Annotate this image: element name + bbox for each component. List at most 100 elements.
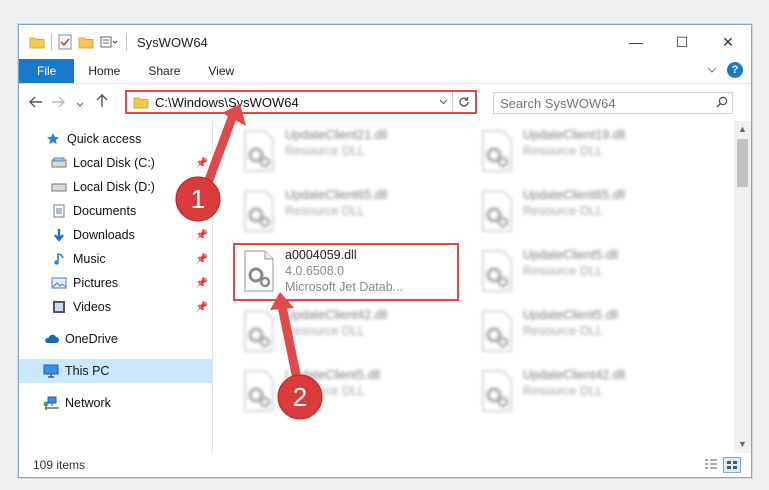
status-bar: 109 items bbox=[19, 453, 751, 477]
navigation-bar: C:\Windows\SysWOW64 bbox=[19, 84, 751, 122]
file-list: UpdateClient21.dll Resource DLL UpdateCli… bbox=[213, 121, 751, 453]
scroll-up-button[interactable]: ▲ bbox=[734, 121, 751, 138]
file-description: Resource DLL bbox=[285, 384, 365, 398]
sidebar-item-network[interactable]: Network bbox=[19, 391, 212, 415]
dll-file-icon bbox=[244, 190, 274, 232]
address-dropdown-icon[interactable] bbox=[434, 96, 452, 108]
sidebar-item-local-disk-c[interactable]: Local Disk (C:) 📌 bbox=[19, 151, 212, 175]
sidebar-item-videos[interactable]: Videos 📌 bbox=[19, 295, 212, 319]
sidebar-item-label: Network bbox=[65, 396, 111, 410]
file-description: Resource DLL bbox=[523, 324, 603, 338]
back-button[interactable] bbox=[25, 95, 47, 112]
dll-file-icon bbox=[482, 310, 512, 352]
pin-icon: 📌 bbox=[195, 253, 208, 265]
file-item[interactable]: UpdateClient42.dll Resource DLL bbox=[233, 305, 457, 357]
tab-share[interactable]: Share bbox=[134, 59, 194, 83]
customize-toolbar-icon[interactable] bbox=[100, 35, 118, 49]
ribbon-right-controls: ? bbox=[707, 62, 743, 78]
title-bar: SysWOW64 — ☐ ✕ bbox=[19, 25, 751, 59]
chevron-down-icon bbox=[76, 102, 84, 107]
sidebar-item-onedrive[interactable]: OneDrive bbox=[19, 327, 212, 351]
scroll-down-button[interactable]: ▼ bbox=[734, 436, 751, 453]
search-box[interactable] bbox=[493, 92, 733, 114]
file-name: UpdateClient42.dll bbox=[285, 308, 388, 322]
file-description: Resource DLL bbox=[523, 264, 603, 278]
scroll-thumb[interactable] bbox=[737, 139, 748, 187]
file-name: UpdateClient21.dll bbox=[285, 128, 388, 142]
new-folder-icon[interactable] bbox=[78, 35, 94, 49]
dll-file-icon bbox=[482, 130, 512, 172]
help-button[interactable]: ? bbox=[727, 62, 743, 78]
file-description: Resource DLL bbox=[523, 204, 603, 218]
dll-file-icon bbox=[244, 130, 274, 172]
network-icon bbox=[43, 395, 59, 411]
sidebar-item-downloads[interactable]: Downloads 📌 bbox=[19, 223, 212, 247]
sidebar-item-label: Documents bbox=[73, 204, 137, 218]
up-button[interactable] bbox=[91, 94, 113, 112]
documents-icon bbox=[51, 203, 67, 219]
item-count: 109 items bbox=[33, 458, 86, 472]
maximize-button[interactable]: ☐ bbox=[659, 25, 705, 59]
pin-icon: 📌 bbox=[195, 205, 208, 217]
address-bar[interactable]: C:\Windows\SysWOW64 bbox=[125, 90, 477, 114]
refresh-button[interactable] bbox=[452, 92, 475, 112]
recent-locations-button[interactable] bbox=[69, 95, 91, 112]
tab-view[interactable]: View bbox=[194, 59, 248, 83]
file-item[interactable]: UpdateClient5.dll Resource DLL bbox=[471, 305, 695, 357]
search-input[interactable] bbox=[494, 94, 712, 112]
file-description: Resource DLL bbox=[523, 384, 603, 398]
sidebar-item-this-pc[interactable]: This PC bbox=[19, 359, 212, 383]
file-item[interactable]: UpdateClient19.dll Resource DLL bbox=[471, 125, 695, 177]
cloud-icon bbox=[43, 331, 59, 347]
drive-icon bbox=[51, 179, 67, 195]
file-item[interactable]: UpdateClient65.dll Resource DLL bbox=[471, 185, 695, 237]
file-item[interactable]: UpdateClient5.dll Resource DLL bbox=[233, 365, 457, 417]
close-button[interactable]: ✕ bbox=[705, 25, 751, 59]
file-name: UpdateClient65.dll bbox=[285, 188, 388, 202]
sidebar-item-label: Local Disk (C:) bbox=[73, 156, 155, 170]
file-item[interactable]: UpdateClient5.dll Resource DLL bbox=[471, 245, 695, 297]
sidebar-item-label: This PC bbox=[65, 364, 110, 378]
minimize-button[interactable]: — bbox=[613, 25, 659, 59]
window-title: SysWOW64 bbox=[137, 34, 208, 50]
sidebar-item-label: Pictures bbox=[73, 276, 119, 290]
file-description: Resource DLL bbox=[285, 324, 365, 338]
properties-icon[interactable] bbox=[58, 34, 72, 50]
search-icon[interactable] bbox=[712, 96, 732, 111]
large-icons-view-icon[interactable] bbox=[723, 457, 741, 473]
expand-ribbon-icon[interactable] bbox=[707, 66, 717, 74]
music-icon bbox=[51, 251, 67, 267]
file-item[interactable]: UpdateClient42.dll Resource DLL bbox=[471, 365, 695, 417]
file-name: UpdateClient19.dll bbox=[523, 128, 626, 142]
vertical-scrollbar[interactable]: ▲ ▼ bbox=[734, 121, 751, 453]
tab-file[interactable]: File bbox=[19, 59, 75, 83]
sidebar-item-music[interactable]: Music 📌 bbox=[19, 247, 212, 271]
videos-icon bbox=[51, 299, 67, 315]
file-description: Resource DLL bbox=[523, 144, 603, 158]
arrow-up-icon bbox=[96, 94, 108, 107]
file-item[interactable]: UpdateClient65.dll Resource DLL bbox=[233, 185, 457, 237]
star-icon bbox=[45, 131, 61, 147]
file-description: Resource DLL bbox=[285, 204, 365, 218]
pin-icon: 📌 bbox=[195, 301, 208, 313]
address-path[interactable]: C:\Windows\SysWOW64 bbox=[155, 95, 434, 110]
folder-icon[interactable] bbox=[29, 35, 45, 49]
sidebar-item-documents[interactable]: Documents 📌 bbox=[19, 199, 212, 223]
sidebar-item-local-disk-d[interactable]: Local Disk (D:) bbox=[19, 175, 212, 199]
pin-icon: 📌 bbox=[195, 229, 208, 241]
file-name: UpdateClient5.dll bbox=[285, 368, 381, 382]
file-item[interactable]: UpdateClient21.dll Resource DLL bbox=[233, 125, 457, 177]
sidebar-item-quick-access[interactable]: Quick access bbox=[19, 127, 212, 151]
computer-icon bbox=[43, 363, 59, 379]
dll-file-icon bbox=[482, 370, 512, 412]
dll-file-icon bbox=[482, 190, 512, 232]
forward-button[interactable] bbox=[47, 95, 69, 112]
tab-home[interactable]: Home bbox=[74, 59, 134, 83]
file-description: Resource DLL bbox=[285, 144, 365, 158]
sidebar-item-pictures[interactable]: Pictures 📌 bbox=[19, 271, 212, 295]
file-name: UpdateClient42.dll bbox=[523, 368, 626, 382]
window-controls: — ☐ ✕ bbox=[613, 25, 751, 59]
details-view-icon[interactable] bbox=[703, 457, 719, 471]
sidebar-item-label: Quick access bbox=[67, 132, 142, 146]
